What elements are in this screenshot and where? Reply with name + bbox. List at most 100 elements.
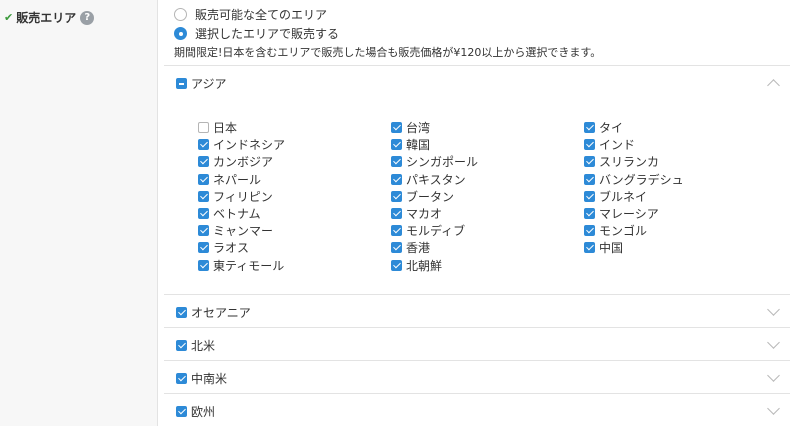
country-checkbox-item[interactable]: フィリピン xyxy=(198,188,273,205)
country-checkbox[interactable] xyxy=(391,208,402,219)
radio-all-areas[interactable]: 販売可能な全てのエリア xyxy=(174,6,327,23)
country-checkbox[interactable] xyxy=(198,139,209,151)
radio-button[interactable] xyxy=(174,27,187,40)
radio-label: 販売可能な全てのエリア xyxy=(195,8,328,22)
country-checkbox[interactable] xyxy=(584,156,595,168)
divider xyxy=(164,393,790,394)
radio-label: 選択したエリアで販売する xyxy=(195,27,340,41)
field-label-column: ✔ 販売エリア ? xyxy=(0,0,158,426)
country-checkbox-item[interactable]: モンゴル xyxy=(584,222,647,239)
country-checkbox-item[interactable]: ラオス xyxy=(198,239,249,256)
divider xyxy=(164,294,790,295)
country-label: 北朝鮮 xyxy=(406,258,443,273)
country-checkbox-item[interactable]: 香港 xyxy=(391,239,430,256)
chevron-down-icon[interactable] xyxy=(767,336,780,349)
country-checkbox-item[interactable]: カンボジア xyxy=(198,153,273,170)
country-checkbox-item[interactable]: 東ティモール xyxy=(198,257,284,274)
country-checkbox-item[interactable]: タイ xyxy=(584,119,623,136)
country-checkbox-item[interactable]: パキスタン xyxy=(391,171,466,188)
country-label: 中国 xyxy=(599,241,624,256)
country-checkbox-item[interactable]: マレーシア xyxy=(584,205,659,222)
country-checkbox[interactable] xyxy=(584,190,595,202)
country-checkbox-item[interactable]: 台湾 xyxy=(391,119,430,136)
notice-text: 期間限定!日本を含むエリアで販売した場合も販売価格が¥120以上から選択できます… xyxy=(174,46,602,59)
country-label: インドネシア xyxy=(213,138,286,153)
chevron-down-icon[interactable] xyxy=(767,303,780,316)
country-label: バングラデシュ xyxy=(599,172,684,187)
country-checkbox-item[interactable]: 北朝鮮 xyxy=(391,257,442,274)
country-label: インド xyxy=(599,138,636,153)
country-label: 韓国 xyxy=(406,138,431,153)
region-label: 欧州 xyxy=(191,405,216,419)
country-checkbox-item[interactable]: ベトナム xyxy=(198,205,261,222)
help-icon[interactable]: ? xyxy=(80,10,95,25)
region-europe-header[interactable]: 欧州 xyxy=(176,403,215,420)
country-checkbox[interactable] xyxy=(198,242,209,254)
country-checkbox[interactable] xyxy=(198,190,209,202)
country-checkbox[interactable] xyxy=(198,208,209,219)
country-label: ブルネイ xyxy=(599,189,648,204)
chevron-down-icon[interactable] xyxy=(767,402,780,415)
region-latin-america-header[interactable]: 中南米 xyxy=(176,370,227,387)
divider xyxy=(164,360,790,361)
country-checkbox-item[interactable]: ブータン xyxy=(391,188,454,205)
country-label: カンボジア xyxy=(213,155,274,170)
region-asia-header[interactable]: アジア xyxy=(176,75,227,92)
country-checkbox[interactable] xyxy=(198,156,209,168)
country-checkbox[interactable] xyxy=(198,259,209,271)
country-checkbox[interactable] xyxy=(391,242,402,254)
country-checkbox[interactable] xyxy=(584,225,595,237)
country-checkbox[interactable] xyxy=(391,122,402,133)
country-label: ミャンマー xyxy=(213,224,274,239)
radio-selected-areas[interactable]: 選択したエリアで販売する xyxy=(174,25,339,42)
country-checkbox-item[interactable]: 中国 xyxy=(584,239,623,256)
country-checkbox-item[interactable]: ネパール xyxy=(198,171,261,188)
chevron-down-icon[interactable] xyxy=(767,369,780,382)
country-checkbox[interactable] xyxy=(584,173,595,185)
country-checkbox-item[interactable]: 韓国 xyxy=(391,136,430,153)
divider xyxy=(164,327,790,328)
country-checkbox[interactable] xyxy=(391,139,402,151)
latin-america-checkbox[interactable] xyxy=(176,373,187,384)
chevron-up-icon[interactable] xyxy=(767,79,780,92)
country-checkbox[interactable] xyxy=(198,225,209,237)
country-checkbox[interactable] xyxy=(391,190,402,202)
country-checkbox[interactable] xyxy=(584,122,595,133)
country-checkbox[interactable] xyxy=(198,173,209,185)
country-label: ネパール xyxy=(213,172,262,187)
country-checkbox-item[interactable]: インド xyxy=(584,136,635,153)
country-label: モンゴル xyxy=(599,224,648,239)
radio-button[interactable] xyxy=(174,8,187,21)
country-label: 東ティモール xyxy=(213,258,285,273)
asia-partial-checkbox[interactable] xyxy=(176,78,187,89)
country-checkbox[interactable] xyxy=(584,208,595,219)
country-checkbox-item[interactable]: モルディブ xyxy=(391,222,465,239)
country-checkbox[interactable] xyxy=(391,259,402,271)
country-checkbox-item[interactable]: マカオ xyxy=(391,205,442,222)
region-oceania-header[interactable]: オセアニア xyxy=(176,304,251,321)
country-checkbox-item[interactable]: シンガポール xyxy=(391,153,478,170)
region-label: アジア xyxy=(191,77,227,91)
oceania-checkbox[interactable] xyxy=(176,307,187,318)
country-checkbox[interactable] xyxy=(391,156,402,168)
country-label: フィリピン xyxy=(213,189,273,204)
country-checkbox-item[interactable]: スリランカ xyxy=(584,153,659,170)
country-checkbox-item[interactable]: 日本 xyxy=(198,119,237,136)
country-checkbox-item[interactable]: バングラデシュ xyxy=(584,171,684,188)
region-label: オセアニア xyxy=(191,306,251,320)
country-checkbox-item[interactable]: ミャンマー xyxy=(198,222,273,239)
country-checkbox[interactable] xyxy=(391,173,402,185)
country-checkbox[interactable] xyxy=(391,225,402,237)
country-label: ラオス xyxy=(213,241,250,256)
europe-checkbox[interactable] xyxy=(176,406,187,417)
north-america-checkbox[interactable] xyxy=(176,340,187,351)
country-checkbox-item[interactable]: ブルネイ xyxy=(584,188,647,205)
region-north-america-header[interactable]: 北米 xyxy=(176,337,215,354)
country-checkbox-item[interactable]: インドネシア xyxy=(198,136,285,153)
country-label: マレーシア xyxy=(599,207,659,221)
country-checkbox[interactable] xyxy=(198,122,209,133)
country-label: ベトナム xyxy=(213,207,261,221)
field-label-text: 販売エリア xyxy=(16,11,77,25)
country-checkbox[interactable] xyxy=(584,242,595,254)
country-checkbox[interactable] xyxy=(584,139,595,151)
